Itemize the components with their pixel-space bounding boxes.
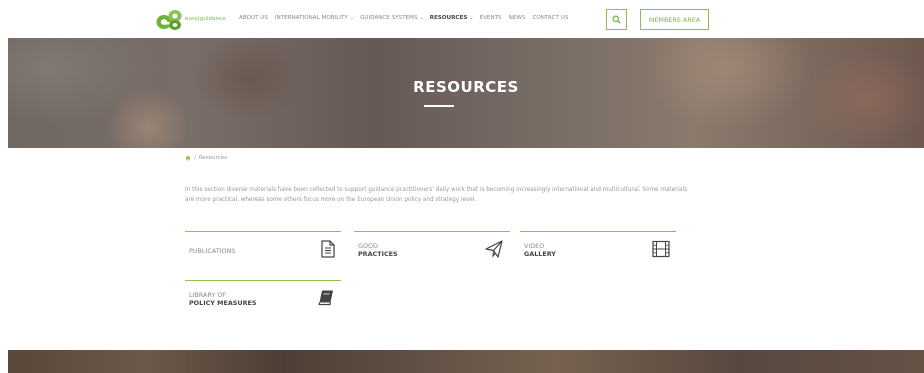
nav-news[interactable]: NEWS	[509, 15, 526, 21]
card-label: VIDEO GALLERY	[524, 242, 556, 258]
card-label-line1: GOOD	[358, 242, 378, 250]
chevron-down-icon: ⌄	[419, 15, 424, 21]
card-label: LIBRARY OF POLICY MEASURES	[189, 291, 256, 307]
film-icon	[652, 240, 670, 258]
nav-label: NEWS	[508, 15, 526, 21]
site-header: euro|guidance ABOUT US INTERNATIONAL MOB…	[0, 0, 924, 38]
search-icon	[612, 15, 621, 24]
chevron-down-icon: ⌄	[469, 15, 474, 21]
nav-contact-us[interactable]: CONTACT US	[532, 15, 568, 21]
card-label-line2: POLICY MEASURES	[189, 299, 257, 307]
euroguidance-logo[interactable]: euro|guidance	[156, 9, 230, 31]
breadcrumb-separator: /	[194, 155, 196, 161]
title-divider	[424, 105, 454, 107]
card-label-line1: LIBRARY OF	[189, 291, 227, 299]
card-label: PUBLICATIONS	[189, 247, 235, 255]
book-icon	[318, 290, 333, 306]
nav-label: INTERNATIONAL MOBILITY	[274, 15, 348, 21]
breadcrumb-current: Resources	[198, 155, 227, 161]
card-policy-library[interactable]: LIBRARY OF POLICY MEASURES	[185, 280, 341, 318]
nav-events[interactable]: EVENTS	[480, 15, 502, 21]
document-icon	[321, 240, 335, 258]
nav-guidance-systems[interactable]: GUIDANCE SYSTEMS ⌄	[360, 15, 424, 21]
nav-label: EVENTS	[479, 15, 502, 21]
card-publications[interactable]: PUBLICATIONS	[185, 231, 341, 269]
hero-banner: RESOURCES	[8, 38, 924, 148]
chevron-down-icon: ⌄	[349, 15, 355, 21]
nav-resources[interactable]: RESOURCES ⌄	[430, 15, 474, 21]
card-label: GOOD PRACTICES	[358, 242, 398, 258]
nav-label: CONTACT US	[532, 15, 569, 21]
nav-about-us[interactable]: ABOUT US	[239, 15, 268, 21]
nav-label: GUIDANCE SYSTEMS	[360, 15, 418, 21]
logo-text: euro|guidance	[185, 16, 226, 22]
members-area-button[interactable]: MEMBERS AREA	[640, 9, 709, 30]
card-label-line2: PRACTICES	[358, 250, 398, 258]
card-label-line1: PUBLICATIONS	[189, 247, 236, 255]
main-nav: ABOUT US INTERNATIONAL MOBILITY ⌄ GUIDAN…	[239, 15, 568, 21]
card-label-line1: VIDEO	[524, 242, 545, 250]
nav-label: RESOURCES	[429, 15, 468, 21]
nav-international-mobility[interactable]: INTERNATIONAL MOBILITY ⌄	[275, 15, 354, 21]
page-title: RESOURCES	[413, 78, 519, 96]
nav-label: ABOUT US	[239, 15, 268, 21]
card-good-practices[interactable]: GOOD PRACTICES	[354, 231, 510, 269]
home-icon[interactable]	[185, 155, 191, 161]
card-label-line2: GALLERY	[524, 250, 556, 258]
breadcrumb: / Resources	[185, 155, 227, 161]
logo-mark-icon	[156, 10, 182, 30]
intro-text: In this section diverse materials have b…	[185, 187, 688, 203]
footer-image-strip	[8, 350, 924, 373]
card-video-gallery[interactable]: VIDEO GALLERY	[520, 231, 676, 269]
paper-plane-icon	[485, 240, 503, 258]
search-button[interactable]	[606, 9, 627, 30]
